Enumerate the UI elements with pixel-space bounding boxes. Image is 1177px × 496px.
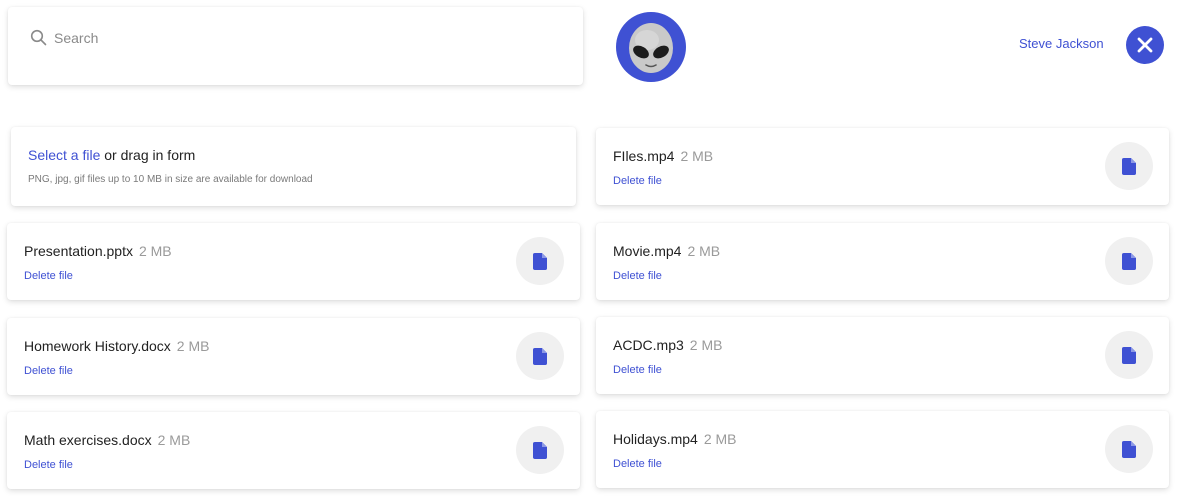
file-size: 2 MB (689, 337, 723, 353)
file-card: ACDC.mp3 2 MB Delete file (596, 317, 1169, 394)
close-button[interactable] (1126, 26, 1164, 64)
file-card: Holidays.mp4 2 MB Delete file (596, 411, 1169, 488)
document-icon (1122, 157, 1136, 175)
upload-dropzone[interactable]: Select a file or drag in form PNG, jpg, … (11, 127, 576, 206)
select-file-link[interactable]: Select a file (28, 147, 100, 163)
document-icon (533, 252, 547, 270)
upload-hint: PNG, jpg, gif files up to 10 MB in size … (28, 174, 313, 185)
delete-file-link[interactable]: Delete file (613, 270, 662, 282)
search-input[interactable] (54, 25, 554, 51)
document-icon (1122, 440, 1136, 458)
upload-title: Select a file or drag in form (28, 147, 195, 163)
search-card (8, 7, 583, 85)
delete-file-link[interactable]: Delete file (613, 175, 662, 187)
file-button[interactable] (516, 332, 564, 380)
file-size: 2 MB (680, 148, 714, 164)
document-icon (533, 441, 547, 459)
document-icon (533, 347, 547, 365)
file-card: Movie.mp4 2 MB Delete file (596, 223, 1169, 300)
delete-file-link[interactable]: Delete file (24, 365, 73, 377)
file-name: Holidays.mp4 (613, 431, 698, 447)
file-button[interactable] (1105, 237, 1153, 285)
file-size: 2 MB (138, 243, 172, 259)
file-button[interactable] (516, 237, 564, 285)
document-icon (1122, 252, 1136, 270)
file-card: Math exercises.docx 2 MB Delete file (7, 412, 580, 489)
file-name: Movie.mp4 (613, 243, 682, 259)
file-name: ACDC.mp3 (613, 337, 684, 353)
drag-text: or drag in form (100, 147, 196, 163)
search-icon (30, 29, 47, 46)
file-size: 2 MB (703, 431, 737, 447)
close-icon (1137, 37, 1153, 53)
file-button[interactable] (1105, 425, 1153, 473)
delete-file-link[interactable]: Delete file (613, 364, 662, 376)
file-button[interactable] (516, 426, 564, 474)
avatar (616, 12, 686, 82)
file-size: 2 MB (157, 432, 191, 448)
user-name-link[interactable]: Steve Jackson (1019, 36, 1104, 51)
file-name: Presentation.pptx (24, 243, 133, 259)
file-name: FIles.mp4 (613, 148, 675, 164)
file-button[interactable] (1105, 331, 1153, 379)
delete-file-link[interactable]: Delete file (24, 270, 73, 282)
delete-file-link[interactable]: Delete file (24, 459, 73, 471)
file-name: Homework History.docx (24, 338, 171, 354)
delete-file-link[interactable]: Delete file (613, 458, 662, 470)
file-size: 2 MB (176, 338, 210, 354)
file-card: Presentation.pptx 2 MB Delete file (7, 223, 580, 300)
alien-avatar-icon (629, 23, 673, 73)
document-icon (1122, 346, 1136, 364)
file-card: Homework History.docx 2 MB Delete file (7, 318, 580, 395)
file-size: 2 MB (687, 243, 721, 259)
file-name: Math exercises.docx (24, 432, 152, 448)
file-button[interactable] (1105, 142, 1153, 190)
file-card: FIles.mp4 2 MB Delete file (596, 128, 1169, 205)
